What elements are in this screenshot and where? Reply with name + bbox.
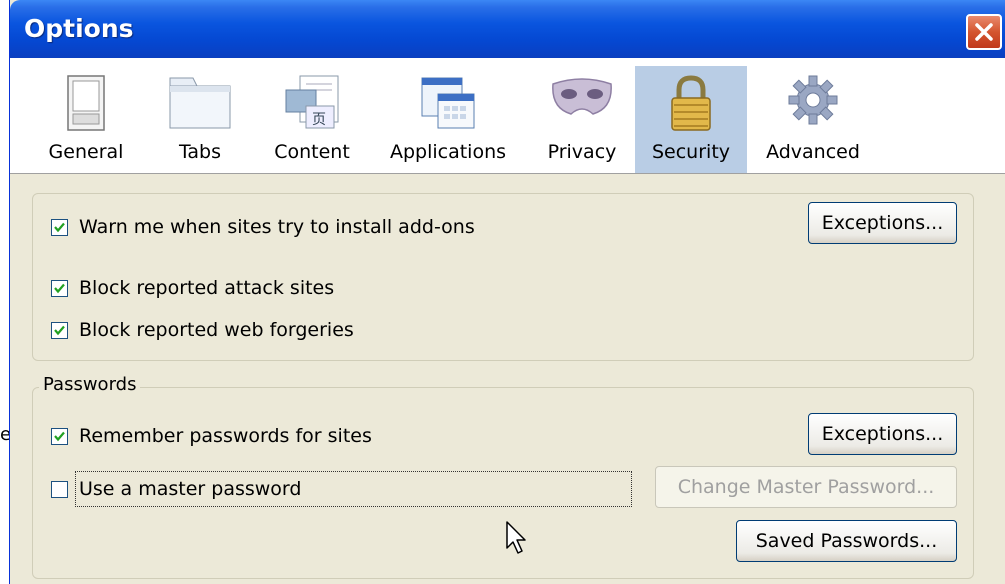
master-password-row[interactable]: Use a master password: [51, 476, 301, 502]
block-forgeries-row[interactable]: Block reported web forgeries: [51, 317, 354, 343]
master-password-checkbox[interactable]: [51, 480, 68, 498]
window-title: Options: [24, 14, 134, 43]
padlock-icon: [671, 75, 711, 131]
remember-passwords-label: Remember passwords for sites: [79, 425, 372, 447]
tab-label: General: [48, 141, 124, 163]
checkmark-icon: [54, 222, 65, 232]
tab-security[interactable]: Security: [635, 66, 747, 173]
block-attack-label: Block reported attack sites: [79, 277, 335, 299]
category-toolbar: General Tabs 页 Content Applications Priv…: [10, 58, 1005, 174]
block-forgeries-checkbox[interactable]: [51, 321, 68, 339]
privacy-mask-icon: [552, 78, 612, 115]
tab-label: Security: [651, 141, 731, 163]
tab-content[interactable]: 页 Content: [262, 66, 362, 173]
passwords-exceptions-button[interactable]: Exceptions...: [808, 413, 957, 455]
options-dialog: Options General Tabs 页 Content Applicati…: [9, 0, 1005, 584]
block-attack-checkbox[interactable]: [51, 279, 68, 297]
master-password-label: Use a master password: [79, 478, 302, 500]
tab-label: Privacy: [547, 141, 617, 163]
checkmark-icon: [54, 283, 65, 293]
title-bar[interactable]: Options: [10, 0, 1005, 58]
content-icon: 页: [285, 75, 339, 129]
tab-advanced[interactable]: Advanced: [758, 66, 868, 173]
tab-privacy[interactable]: Privacy: [534, 66, 630, 173]
tabs-icon: [169, 77, 231, 129]
tab-general[interactable]: General: [36, 66, 136, 173]
saved-passwords-button[interactable]: Saved Passwords...: [736, 520, 957, 562]
tab-label: Applications: [389, 141, 507, 163]
passwords-legend: Passwords: [39, 374, 141, 395]
applications-icon: [421, 77, 475, 129]
block-forgeries-label: Block reported web forgeries: [79, 319, 354, 341]
change-master-password-button[interactable]: Change Master Password...: [655, 466, 957, 508]
mouse-cursor-icon: [506, 521, 526, 554]
gear-icon: [788, 75, 838, 125]
security-group: Warn me when sites try to install add-on…: [32, 193, 974, 361]
passwords-group: Passwords Remember passwords for sites E…: [32, 374, 974, 579]
tab-applications[interactable]: Applications: [378, 66, 518, 173]
remember-passwords-checkbox[interactable]: [51, 427, 68, 445]
close-icon: [975, 23, 993, 41]
checkmark-icon: [54, 431, 65, 441]
tab-label: Tabs: [178, 141, 222, 163]
svg-text:页: 页: [312, 112, 326, 128]
warn-addons-row[interactable]: Warn me when sites try to install add-on…: [51, 214, 475, 240]
tab-label: Advanced: [766, 141, 860, 163]
checkmark-icon: [54, 325, 65, 335]
general-icon: [67, 75, 105, 131]
block-attack-row[interactable]: Block reported attack sites: [51, 275, 334, 301]
close-button[interactable]: [966, 14, 1002, 50]
warn-addons-label: Warn me when sites try to install add-on…: [79, 216, 475, 238]
remember-passwords-row[interactable]: Remember passwords for sites: [51, 423, 372, 449]
addons-exceptions-button[interactable]: Exceptions...: [808, 202, 957, 244]
tab-label: Content: [274, 141, 350, 163]
tab-tabs[interactable]: Tabs: [155, 66, 245, 173]
warn-addons-checkbox[interactable]: [51, 218, 68, 236]
